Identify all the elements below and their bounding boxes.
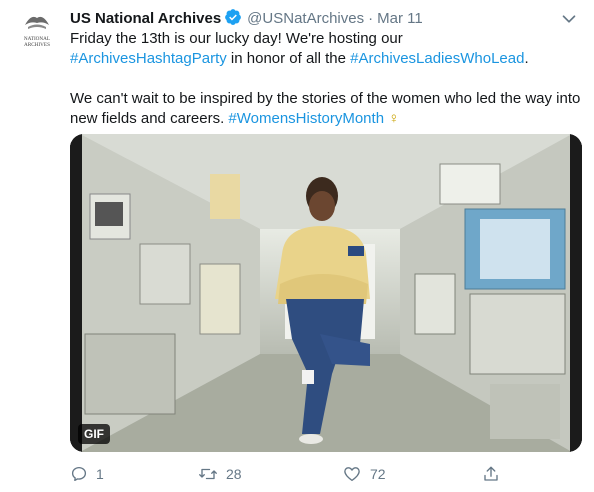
heart-icon: [344, 467, 360, 482]
reply-count: 1: [96, 466, 104, 482]
reply-icon: [71, 466, 87, 482]
reply-button[interactable]: 1: [70, 462, 104, 486]
gif-frame-image: [70, 134, 582, 452]
tweet-paragraph-1: Friday the 13th is our lucky day! We're …: [70, 29, 582, 69]
account-handle[interactable]: @USNatArchives: [247, 10, 364, 27]
tweet-text-period: .: [524, 50, 529, 67]
tweet-text: Friday the 13th is our lucky day! We're …: [70, 29, 582, 129]
header-separator: ·: [368, 10, 374, 27]
share-button[interactable]: [482, 462, 508, 486]
hashtag-archivesladieswholead[interactable]: #ArchivesLadiesWhoLead: [350, 50, 524, 67]
retweet-icon: [199, 468, 217, 480]
tweet-text-line1: Friday the 13th is our lucky day! We're …: [70, 30, 403, 47]
hashtag-womenshistorymonth[interactable]: #WomensHistoryMonth: [228, 110, 384, 127]
account-avatar[interactable]: NATIONAL ARCHIVES: [14, 8, 60, 54]
tweet-date[interactable]: Mar 11: [377, 10, 423, 27]
female-sign-emoji: ♀: [388, 110, 400, 127]
retweet-count: 28: [226, 466, 242, 482]
avatar-text-line2: ARCHIVES: [24, 42, 50, 48]
gif-badge: GIF: [78, 424, 110, 444]
share-icon: [484, 466, 498, 481]
retweet-button[interactable]: 28: [198, 462, 242, 486]
tweet-paragraph-2: We can't wait to be inspired by the stor…: [70, 89, 582, 129]
tweet-actions: 1 28 72: [70, 462, 582, 486]
tweet-card[interactable]: NATIONAL ARCHIVES US National Archives @U…: [0, 0, 594, 492]
account-name[interactable]: US National Archives: [70, 10, 221, 27]
tweet-header: US National Archives @USNatArchives · Mar 1…: [70, 8, 580, 30]
chevron-down-icon[interactable]: [558, 8, 580, 30]
national-archives-logo-icon: NATIONAL ARCHIVES: [14, 8, 60, 54]
like-count: 72: [370, 466, 386, 482]
tweet-text-mid: in honor of all the: [226, 50, 351, 67]
tweet-media-gif[interactable]: GIF: [70, 134, 582, 452]
hashtag-archiveshashtagparty[interactable]: #ArchivesHashtagParty: [70, 50, 227, 67]
like-button[interactable]: 72: [342, 462, 386, 486]
